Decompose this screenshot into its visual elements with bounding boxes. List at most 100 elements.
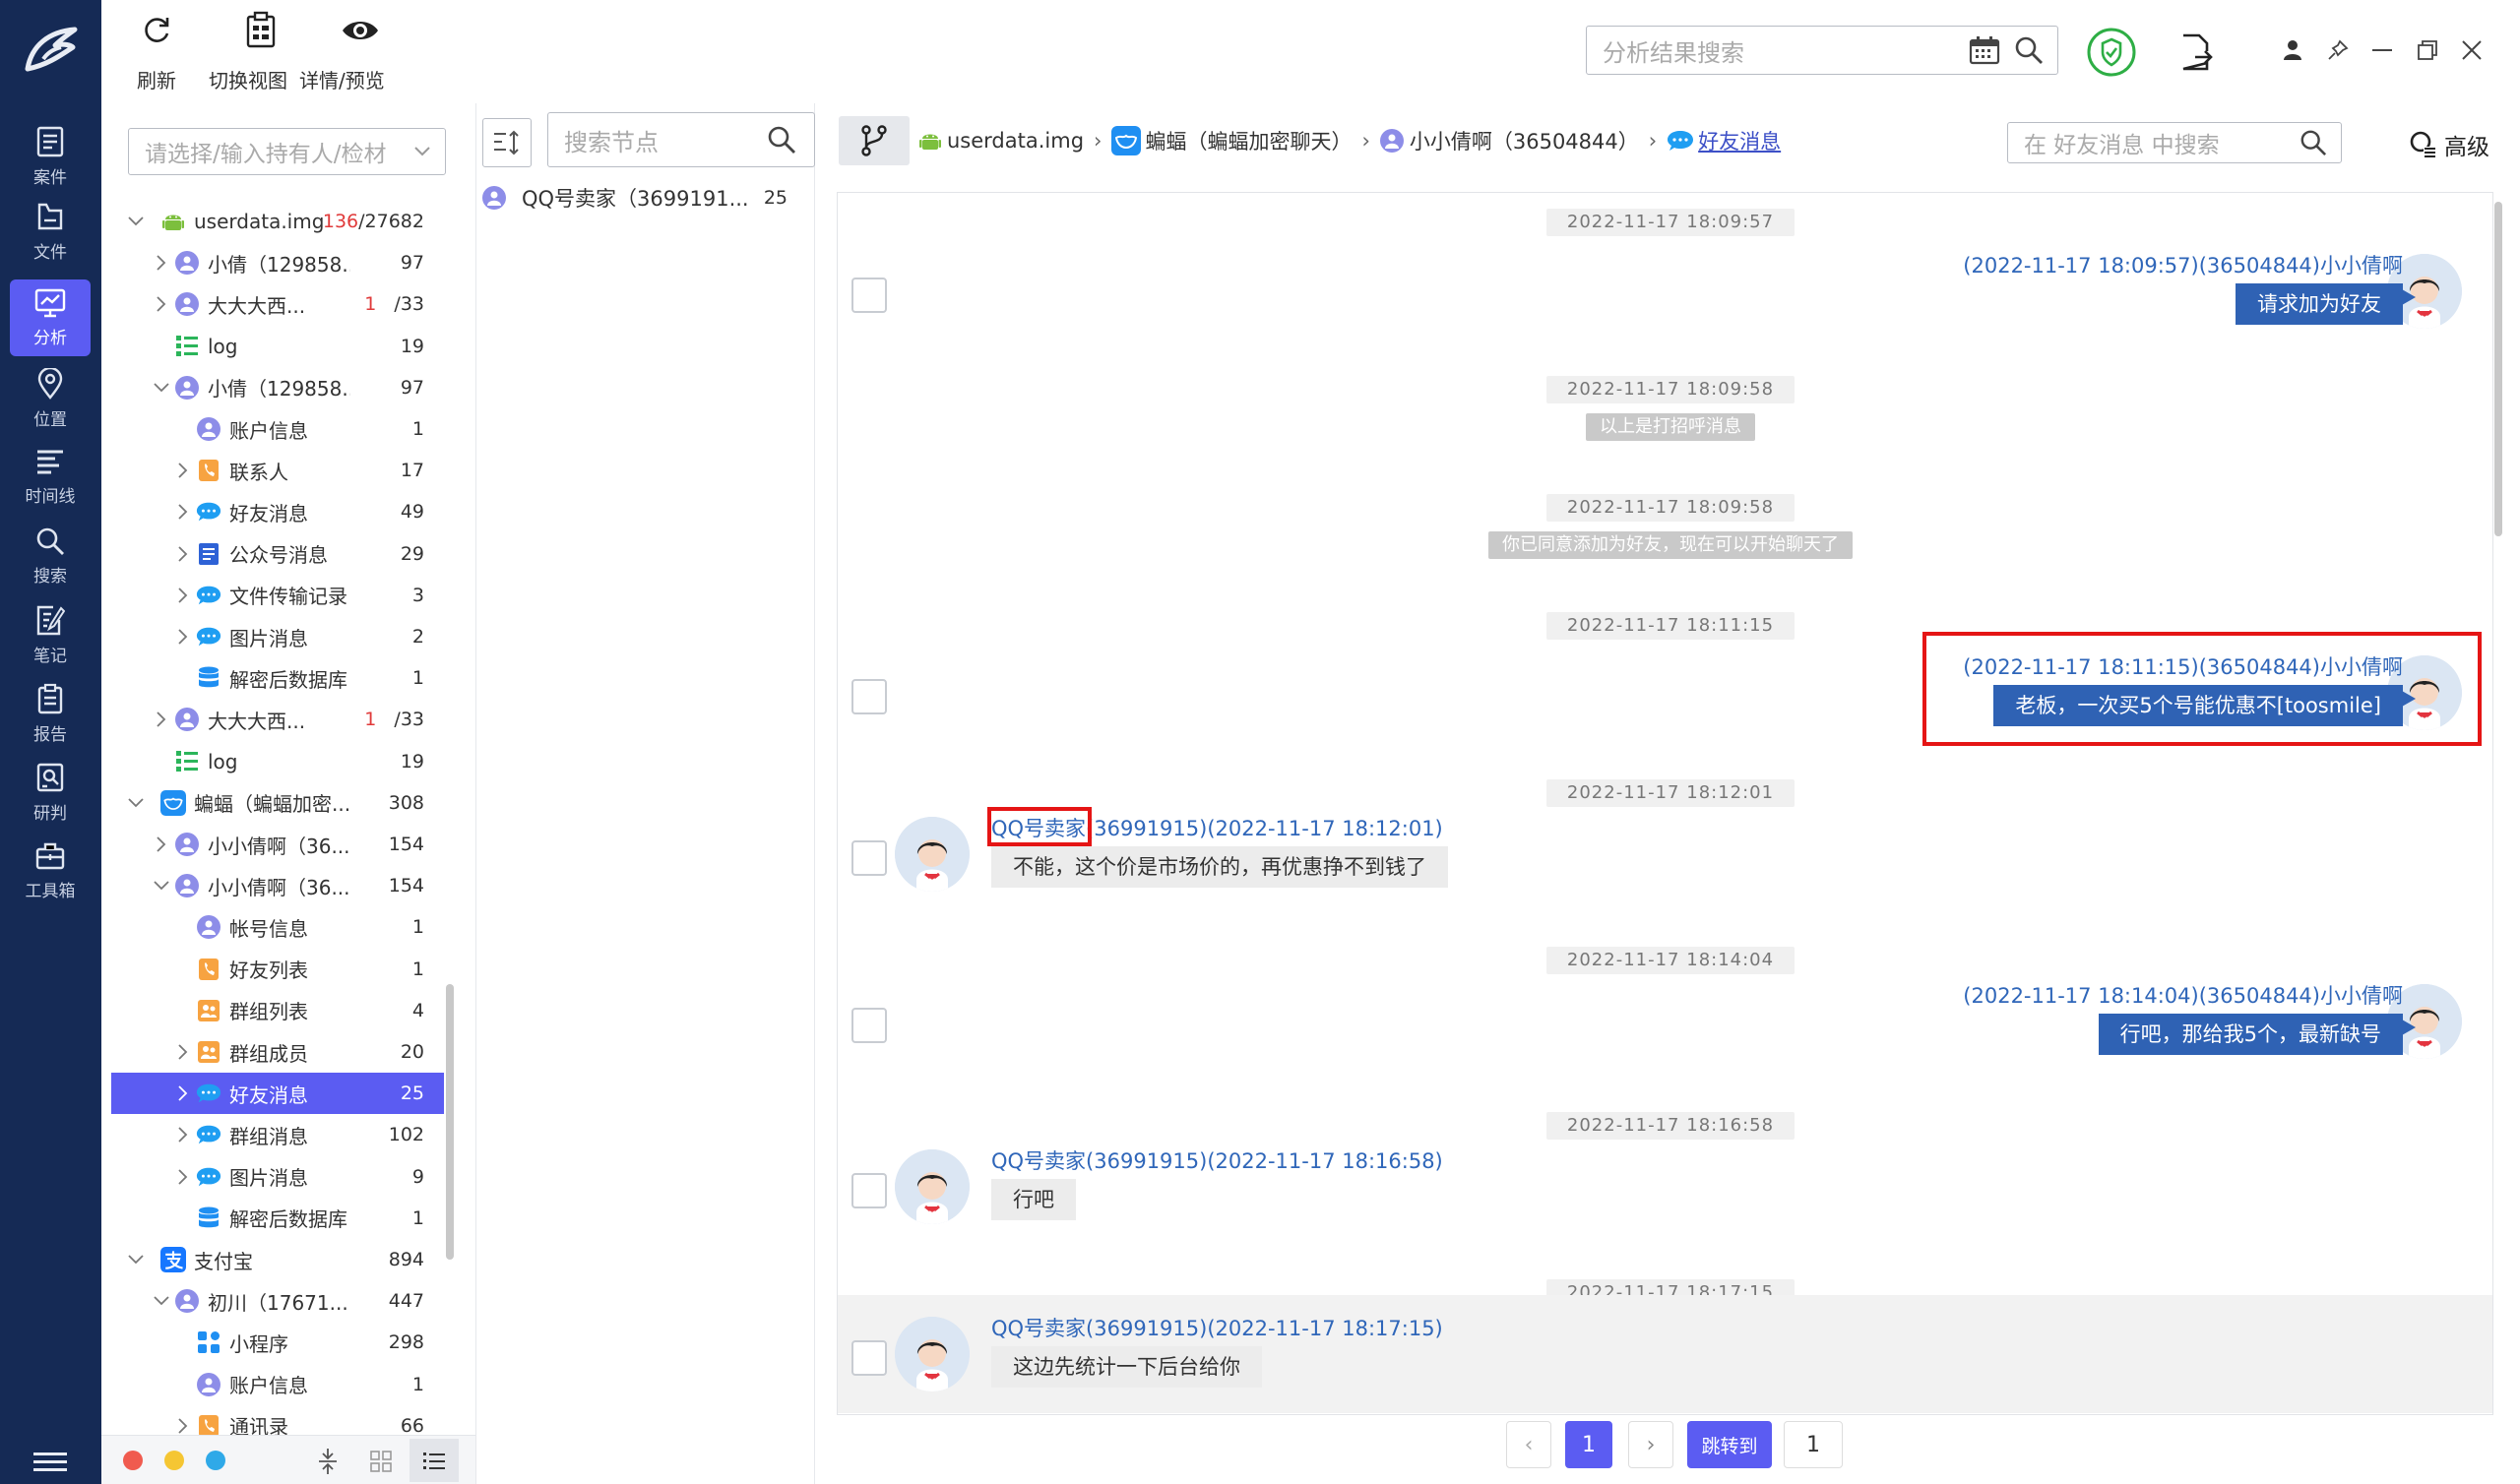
tree-node[interactable]: 初川（17671... 447 (111, 1280, 444, 1322)
in-node-search-icon[interactable] (2300, 129, 2327, 156)
nav-item-notes[interactable]: 笔记 (10, 596, 91, 673)
chevron-right-icon[interactable] (174, 1084, 192, 1102)
tree-node[interactable]: 群组成员 20 (111, 1031, 444, 1073)
tree-node[interactable]: 支付宝 894 (111, 1239, 444, 1280)
nav-item-report[interactable]: 报告 (10, 675, 91, 752)
search-icon[interactable] (2014, 35, 2044, 65)
tree-node[interactable]: 大大大西... 1 /33 (111, 283, 444, 325)
breadcrumb-item-current[interactable]: 好友消息 (1698, 126, 1781, 155)
chevron-right-icon[interactable] (174, 462, 192, 479)
breadcrumb-item-account[interactable]: 小小倩啊（36504844） (1410, 126, 1639, 155)
page-number-input[interactable]: 1 (1784, 1421, 1843, 1468)
minimize-icon[interactable] (2372, 49, 2392, 53)
tree-node[interactable]: 图片消息 9 (111, 1156, 444, 1198)
status-dot-red[interactable] (123, 1451, 143, 1470)
tree-node[interactable]: 小倩（129858... 97 (111, 367, 444, 408)
tree-scrollbar[interactable] (446, 984, 454, 1260)
nav-item-judge[interactable]: 研判 (10, 754, 91, 831)
chevron-down-icon[interactable] (153, 379, 170, 397)
message-checkbox[interactable] (851, 840, 887, 876)
tree-node[interactable]: 公众号消息 29 (111, 533, 444, 575)
tree-node[interactable]: log 19 (111, 741, 444, 782)
grid-view-icon[interactable] (370, 1451, 392, 1472)
tree-node[interactable]: 账户信息 1 (111, 1364, 444, 1405)
evidence-filter-select[interactable]: 请选择/输入持有人/检材 (128, 128, 446, 175)
chevron-right-icon[interactable] (153, 711, 170, 728)
tree-node[interactable]: 群组列表 4 (111, 990, 444, 1031)
message-checkbox[interactable] (851, 679, 887, 714)
tree-node[interactable]: 群组消息 102 (111, 1114, 444, 1155)
tree-node[interactable]: 通讯录 66 (111, 1405, 444, 1437)
chevron-down-icon[interactable] (127, 213, 145, 230)
chevron-right-icon[interactable] (174, 1168, 192, 1186)
collapse-expand-icon[interactable] (317, 1447, 339, 1476)
jump-to-button[interactable]: 跳转到 (1687, 1421, 1772, 1468)
export-icon[interactable] (2179, 33, 2213, 71)
message-sender-line[interactable]: QQ号卖家(36991915)(2022-11-17 18:17:15) (991, 1313, 1443, 1342)
tree-node[interactable]: 文件传输记录 3 (111, 575, 444, 616)
chevron-right-icon[interactable] (174, 1417, 192, 1435)
chevron-right-icon[interactable] (174, 503, 192, 521)
tree-node[interactable]: userdata.img 136/27682 (111, 202, 444, 242)
message-sender-line[interactable]: QQ号卖家(36991915)(2022-11-17 18:16:58) (991, 1145, 1443, 1175)
nav-item-file[interactable]: 文件 (10, 193, 91, 270)
restore-icon[interactable] (2417, 39, 2438, 61)
prev-page-button[interactable]: ‹ (1506, 1421, 1551, 1468)
tree-node[interactable]: 蝙蝠（蝙蝠加密... 308 (111, 782, 444, 824)
nav-item-case[interactable]: 案件 (10, 118, 91, 195)
shield-check-icon[interactable] (2086, 27, 2137, 78)
tree-node[interactable]: 小程序 298 (111, 1322, 444, 1363)
tree-node[interactable]: 好友列表 1 (111, 949, 444, 990)
chevron-right-icon[interactable] (153, 835, 170, 853)
tree-node[interactable]: 解密后数据库 1 (111, 1198, 444, 1239)
tree-node[interactable]: 小小倩啊（36... 154 (111, 824, 444, 865)
breadcrumb-item-userdata[interactable]: userdata.img (947, 129, 1084, 153)
tree-node[interactable]: log 19 (111, 326, 444, 367)
chevron-right-icon[interactable] (153, 254, 170, 272)
tree-node[interactable]: 大大大西... 1 /33 (111, 699, 444, 740)
sort-button[interactable] (482, 118, 532, 167)
chevron-right-icon[interactable] (174, 628, 192, 646)
next-page-button[interactable]: › (1628, 1421, 1673, 1468)
message-checkbox[interactable] (851, 1173, 887, 1208)
chevron-down-icon[interactable] (127, 794, 145, 812)
chevron-down-icon[interactable] (127, 1251, 145, 1268)
detail-preview-button[interactable]: 详情/预览 (299, 8, 385, 93)
user-account-icon[interactable] (2282, 39, 2303, 61)
chevron-right-icon[interactable] (174, 1126, 192, 1144)
chat-scrollbar[interactable] (2494, 202, 2502, 536)
node-list-item[interactable]: QQ号卖家（3699191... 25 (482, 177, 807, 218)
nav-item-location[interactable]: 位置 (10, 360, 91, 437)
message-checkbox[interactable] (851, 278, 887, 313)
branch-button[interactable] (839, 116, 910, 165)
tree-node[interactable]: 解密后数据库 1 (111, 657, 444, 699)
tree-node[interactable]: 联系人 17 (111, 450, 444, 491)
list-view-button[interactable] (410, 1439, 459, 1482)
tree-node[interactable]: 小倩（129858... 97 (111, 242, 444, 283)
message-checkbox[interactable] (851, 1008, 887, 1043)
chevron-down-icon[interactable] (153, 1292, 170, 1310)
current-page-button[interactable]: 1 (1565, 1421, 1612, 1468)
node-search-icon[interactable] (767, 125, 796, 155)
calendar-icon[interactable] (1969, 35, 2000, 65)
breadcrumb-item-app[interactable]: 蝙蝠（蝙蝠加密聊天） (1145, 126, 1352, 155)
status-dot-blue[interactable] (206, 1451, 225, 1470)
chevron-right-icon[interactable] (153, 295, 170, 313)
close-icon[interactable] (2461, 39, 2483, 61)
status-dot-yellow[interactable] (164, 1451, 184, 1470)
nav-item-search[interactable]: 搜索 (10, 518, 91, 594)
tree-node[interactable]: 小小倩啊（36... 154 (111, 865, 444, 906)
nav-item-timeline[interactable]: 时间线 (10, 439, 91, 516)
tree-node[interactable]: 图片消息 2 (111, 616, 444, 657)
pin-icon[interactable] (2327, 39, 2349, 61)
result-search-input[interactable]: 分析结果搜索 (1586, 26, 2058, 75)
advanced-search-button[interactable]: 高级 (2409, 128, 2489, 161)
refresh-button[interactable]: 刷新 (134, 8, 179, 93)
switch-view-button[interactable]: 切换视图 (209, 8, 287, 93)
in-node-search-input[interactable]: 在 好友消息 中搜索 (2007, 122, 2342, 163)
chevron-right-icon[interactable] (174, 587, 192, 604)
node-search-input[interactable]: 搜索节点 (547, 112, 815, 167)
tree-node[interactable]: 账户信息 1 (111, 408, 444, 450)
message-checkbox[interactable] (851, 1340, 887, 1376)
nav-item-analysis[interactable]: 分析 (10, 279, 91, 356)
